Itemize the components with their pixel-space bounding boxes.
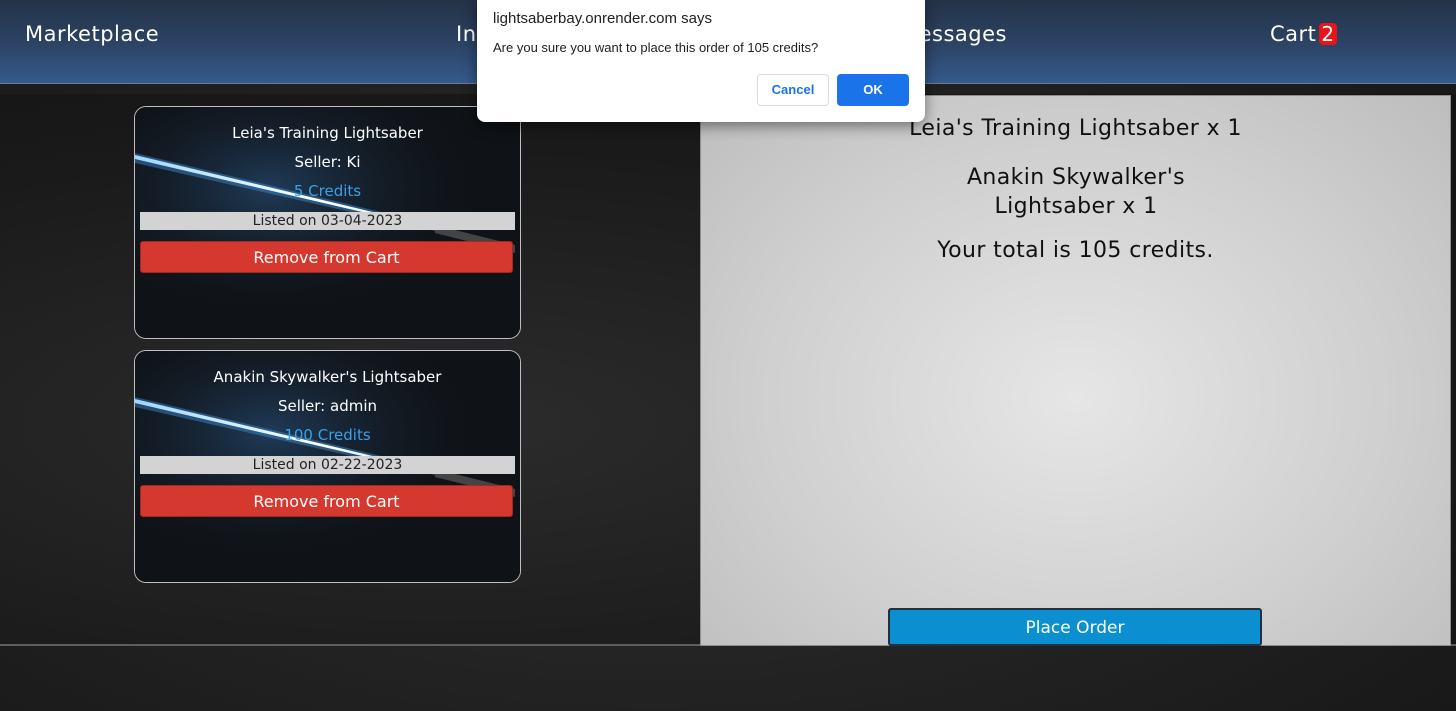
item-listed-date: Listed on 03-04-2023: [140, 212, 515, 230]
item-title: Anakin Skywalker's Lightsaber: [213, 368, 442, 386]
nav-marketplace-link[interactable]: Marketplace: [25, 22, 159, 46]
item-seller: Seller: admin: [277, 397, 378, 415]
remove-from-cart-button[interactable]: Remove from Cart: [140, 485, 513, 517]
remove-from-cart-button[interactable]: Remove from Cart: [140, 241, 513, 273]
dialog-title: lightsaberbay.onrender.com says: [493, 10, 713, 27]
item-seller: Seller: Ki: [294, 153, 361, 171]
confirm-dialog: lightsaberbay.onrender.com says Are you …: [477, 0, 925, 122]
order-total-text: Your total is 105 credits.: [937, 238, 1214, 263]
item-price: 5 Credits: [293, 182, 362, 200]
item-title: Leia's Training Lightsaber: [232, 124, 423, 142]
cart-item-card: Anakin Skywalker's Lightsaber Seller: ad…: [134, 350, 521, 583]
dialog-cancel-button[interactable]: Cancel: [757, 74, 829, 106]
nav-cart-link[interactable]: Cart 2: [1270, 22, 1337, 46]
cart-item-card: Leia's Training Lightsaber Seller: Ki 5 …: [134, 106, 521, 339]
summary-item-line: Anakin Skywalker's Lightsaber x 1: [966, 165, 1186, 219]
nav-cart-label: Cart: [1270, 22, 1317, 46]
item-price: 100 Credits: [284, 426, 371, 444]
place-order-button[interactable]: Place Order: [888, 608, 1262, 646]
cart-count-badge: 2: [1319, 22, 1337, 46]
dialog-ok-button[interactable]: OK: [837, 74, 909, 106]
item-listed-date: Listed on 02-22-2023: [140, 456, 515, 474]
order-summary-panel: Leia's Training Lightsaber x 1 Anakin Sk…: [700, 95, 1451, 646]
dialog-message: Are you sure you want to place this orde…: [493, 40, 819, 55]
